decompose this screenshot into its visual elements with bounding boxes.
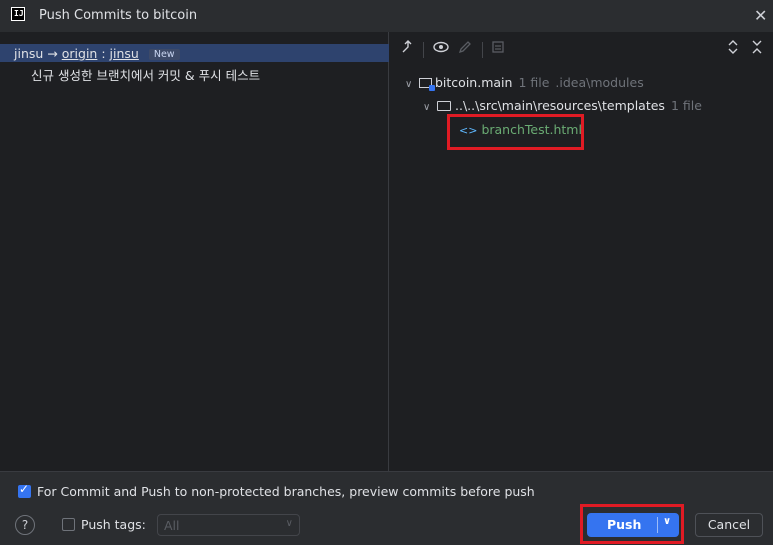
push-tags-checkbox[interactable] (62, 518, 75, 531)
push-tags-value: All (164, 518, 180, 533)
changed-files-panel: ∨ bitcoin.main 1 file .idea\modules ∨ ..\..\… (389, 32, 773, 471)
remote-branch-link[interactable]: jinsu (110, 46, 139, 61)
help-icon[interactable]: ? (15, 515, 35, 535)
file-highlight-box (447, 114, 584, 150)
branch-mapping: jinsu → origin : jinsu New (14, 46, 180, 61)
preview-commits-checkbox[interactable] (18, 482, 31, 498)
new-badge: New (148, 49, 180, 60)
dialog-footer: For Commit and Push to non-protected bra… (0, 471, 773, 545)
push-highlight-box (580, 504, 684, 544)
commits-list: jinsu → origin : jinsu New 신규 생성한 브랜치에서 … (0, 32, 389, 471)
changes-toolbar (389, 32, 773, 68)
chevron-down-icon[interactable]: ∨ (423, 98, 437, 118)
push-tags-select[interactable]: All ∨ (157, 514, 300, 536)
folder-name: ..\..\src\main\resources\templates (455, 98, 665, 113)
intellij-icon: IJ (11, 7, 25, 21)
arrow: → (47, 46, 58, 61)
chevron-down-icon: ∨ (285, 518, 293, 529)
tree-node-module[interactable]: ∨ bitcoin.main 1 file .idea\modules (405, 73, 644, 93)
module-file-count: 1 file (518, 75, 550, 90)
collapse-icon[interactable] (747, 40, 767, 60)
module-icon (419, 78, 435, 91)
title-bar: IJ Push Commits to bitcoin ✕ (0, 0, 773, 32)
diff-icon[interactable] (488, 40, 508, 60)
local-branch: jinsu (14, 46, 44, 61)
separator: : (101, 46, 106, 61)
remote-link[interactable]: origin (62, 46, 98, 61)
eye-icon[interactable] (431, 40, 451, 60)
push-tags-label[interactable]: Push tags: (81, 517, 146, 532)
edit-icon[interactable] (455, 40, 475, 60)
module-name: bitcoin.main (435, 75, 513, 90)
folder-icon (437, 101, 451, 111)
window-title: Push Commits to bitcoin (39, 8, 198, 23)
close-icon[interactable]: ✕ (754, 6, 767, 25)
commit-message[interactable]: 신규 생성한 브랜치에서 커밋 & 푸시 테스트 (31, 65, 260, 84)
folder-file-count: 1 file (670, 98, 702, 113)
chevron-down-icon[interactable]: ∨ (405, 75, 419, 95)
preview-commits-label[interactable]: For Commit and Push to non-protected bra… (37, 484, 535, 499)
cancel-button[interactable]: Cancel (695, 513, 763, 537)
tree-node-folder[interactable]: ∨ ..\..\src\main\resources\templates 1 fil… (423, 96, 702, 116)
expand-icon[interactable] (723, 40, 743, 60)
commit-branch-row[interactable]: jinsu → origin : jinsu New (0, 44, 389, 62)
module-path: .idea\modules (555, 75, 644, 90)
merge-arrow-icon[interactable] (398, 40, 418, 60)
